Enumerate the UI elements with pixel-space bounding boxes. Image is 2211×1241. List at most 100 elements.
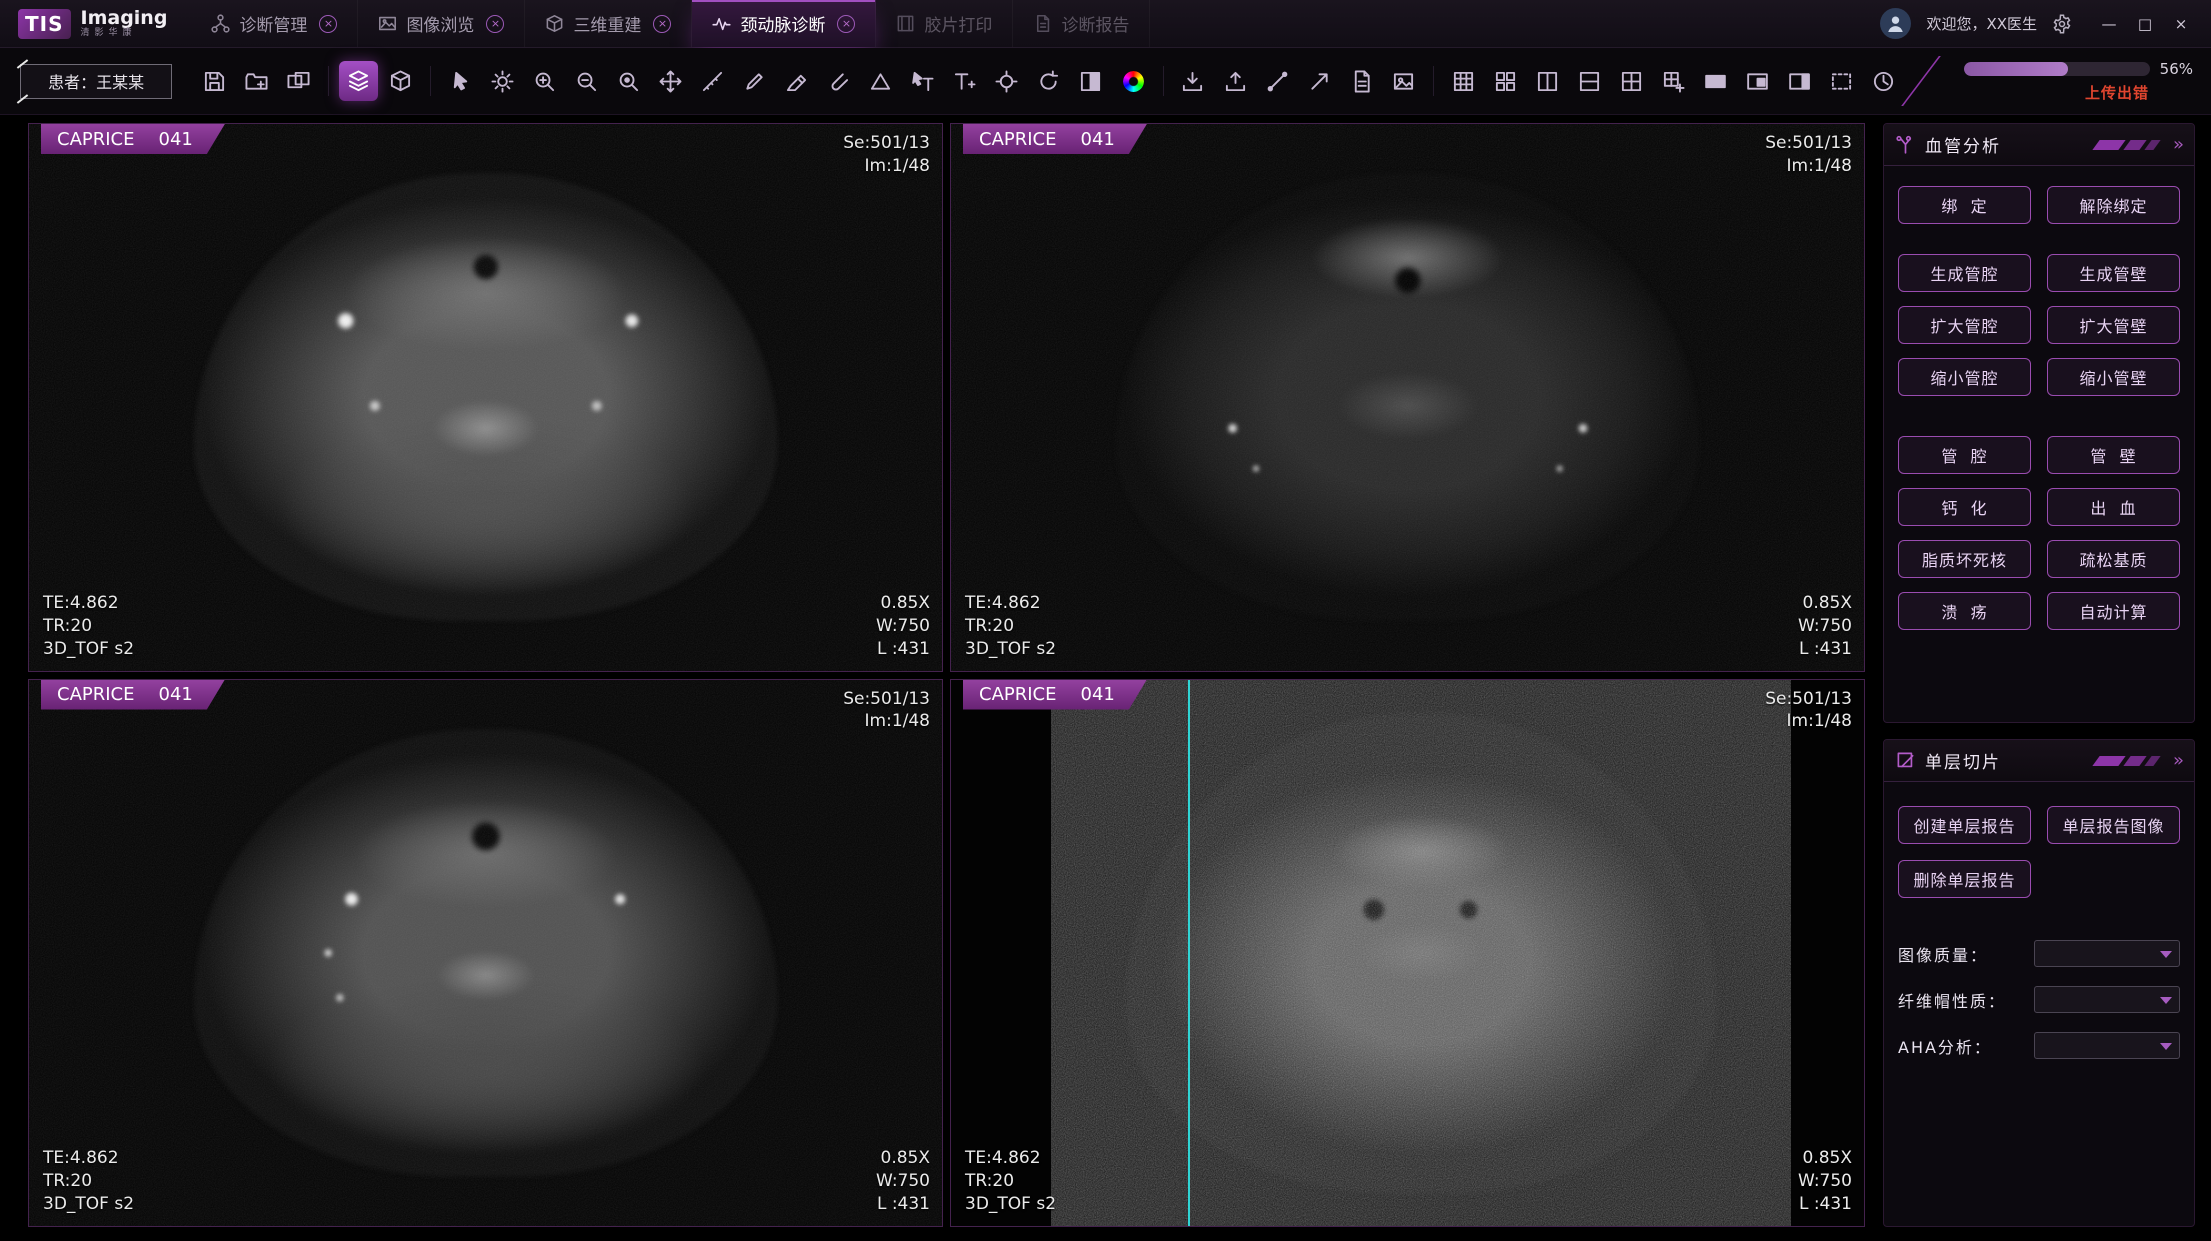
viewport-overlay-bottomleft: TE:4.862TR:203D_TOF s2 — [43, 592, 134, 661]
ruler-line-icon[interactable] — [693, 61, 732, 101]
marker-icon[interactable] — [777, 61, 816, 101]
unbind-button[interactable]: 解除绑定 — [2047, 186, 2180, 224]
app-logo: TIS Imaging 清影华康 — [0, 0, 191, 47]
aha-analysis-select[interactable] — [2034, 1032, 2180, 1059]
close-button[interactable]: × — [2163, 8, 2199, 40]
layout-side-icon[interactable] — [1780, 61, 1819, 101]
annotate-line-icon[interactable] — [1258, 61, 1297, 101]
image-quality-select[interactable] — [2034, 940, 2180, 967]
loose-matrix-button[interactable]: 疏松基质 — [2047, 540, 2180, 578]
folder-open-icon[interactable] — [237, 61, 276, 101]
create-slice-report-button[interactable]: 创建单层报告 — [1898, 806, 2031, 844]
bind-button[interactable]: 绑 定 — [1898, 186, 2031, 224]
generate-lumen-button[interactable]: 生成管腔 — [1898, 254, 2031, 292]
patient-field[interactable]: 患者：王某某 — [20, 64, 172, 99]
layout-pip-icon[interactable] — [1738, 61, 1777, 101]
pencil-icon[interactable] — [735, 61, 774, 101]
grid-add-icon[interactable] — [1654, 61, 1693, 101]
layers-icon[interactable] — [339, 61, 378, 101]
history-icon[interactable] — [1864, 61, 1903, 101]
tab-label: 三维重建 — [573, 11, 641, 36]
grid-2x2-icon[interactable] — [1612, 61, 1651, 101]
slice-report-image-button[interactable]: 单层报告图像 — [2047, 806, 2180, 844]
auto-calculate-button[interactable]: 自动计算 — [2047, 592, 2180, 630]
mri-image — [29, 680, 942, 1227]
attach-icon[interactable] — [819, 61, 858, 101]
viewport-1[interactable]: CAPRICE041 Se:501/13Im:1/48 TE:4.862TR:2… — [28, 123, 943, 672]
slice-panel-header: 单层切片 » — [1884, 740, 2194, 782]
split-vertical-icon[interactable] — [1528, 61, 1567, 101]
tab-image-browse[interactable]: 图像浏览 × — [358, 0, 525, 47]
chevron-down-icon — [2160, 997, 2172, 1004]
viewport-3[interactable]: CAPRICE041 Se:501/13Im:1/48 TE:4.862TR:2… — [28, 679, 943, 1228]
magnify-region-icon[interactable] — [609, 61, 648, 101]
invert-icon[interactable] — [1071, 61, 1110, 101]
zoom-out-icon[interactable] — [567, 61, 606, 101]
tab-close-icon[interactable]: × — [319, 15, 337, 33]
pan-icon[interactable] — [651, 61, 690, 101]
tab-carotid-diagnosis[interactable]: 颈动脉诊断 × — [692, 0, 876, 47]
generate-wall-button[interactable]: 生成管壁 — [2047, 254, 2180, 292]
viewport-overlay-topright: Se:501/13Im:1/48 — [1765, 688, 1852, 734]
lipid-necrotic-core-button[interactable]: 脂质坏死核 — [1898, 540, 2031, 578]
ulcer-button[interactable]: 溃 疡 — [1898, 592, 2031, 630]
tab-close-icon[interactable]: × — [486, 15, 504, 33]
brightness-icon[interactable] — [483, 61, 522, 101]
tab-film-print[interactable]: 胶片打印 — [876, 0, 1013, 47]
report-doc-icon[interactable] — [1342, 61, 1381, 101]
enlarge-wall-button[interactable]: 扩大管壁 — [2047, 306, 2180, 344]
layout-single-icon[interactable] — [1696, 61, 1735, 101]
zoom-in-icon[interactable] — [525, 61, 564, 101]
rotate-ccw-icon[interactable] — [1029, 61, 1068, 101]
user-avatar[interactable] — [1880, 8, 1911, 39]
crosshair-circle-icon[interactable] — [987, 61, 1026, 101]
image-export-icon[interactable] — [1384, 61, 1423, 101]
cross-reference-line — [1188, 680, 1190, 1227]
shrink-lumen-button[interactable]: 缩小管腔 — [1898, 358, 2031, 396]
annotate-arrow-icon[interactable] — [1300, 61, 1339, 101]
pointer-icon[interactable] — [441, 61, 480, 101]
tab-label: 颈动脉诊断 — [740, 11, 825, 36]
fibrous-cap-select[interactable] — [2034, 986, 2180, 1013]
tab-close-icon[interactable]: × — [837, 15, 855, 33]
shrink-wall-button[interactable]: 缩小管壁 — [2047, 358, 2180, 396]
import-icon[interactable] — [1173, 61, 1212, 101]
split-horizontal-icon[interactable] — [1570, 61, 1609, 101]
tab-label: 图像浏览 — [406, 11, 474, 36]
vessel-panel-collapse-icon[interactable]: » — [2173, 136, 2184, 154]
calcification-button[interactable]: 钙 化 — [1898, 488, 2031, 526]
aha-analysis-label: AHA分析： — [1898, 1034, 1992, 1058]
angle-triangle-icon[interactable] — [861, 61, 900, 101]
color-wheel-icon[interactable] — [1114, 61, 1153, 101]
layout-dashed-icon[interactable] — [1822, 61, 1861, 101]
viewport-overlay-topright: Se:501/13Im:1/48 — [843, 688, 930, 734]
maximize-button[interactable]: □ — [2127, 8, 2163, 40]
mri-image — [951, 124, 1864, 671]
cube-3d-icon[interactable] — [381, 61, 420, 101]
grid-3x3-icon[interactable] — [1444, 61, 1483, 101]
tab-close-icon[interactable]: × — [653, 15, 671, 33]
enlarge-lumen-button[interactable]: 扩大管腔 — [1898, 306, 2031, 344]
tab-3d-rebuild[interactable]: 三维重建 × — [525, 0, 692, 47]
delete-slice-report-button[interactable]: 删除单层报告 — [1898, 860, 2031, 898]
lumen-button[interactable]: 管 腔 — [1898, 436, 2031, 474]
settings-gear-icon[interactable] — [2052, 14, 2072, 34]
single-slice-panel: 单层切片 » 创建单层报告 单层报告图像 删除单层报告 图像质量： 纤维帽性质：… — [1883, 739, 2195, 1227]
brand-name-cn: 清影华康 — [81, 29, 168, 38]
tab-diagnosis-report[interactable]: 诊断报告 — [1013, 0, 1150, 47]
viewport-2[interactable]: CAPRICE041 Se:501/13Im:1/48 TE:4.862TR:2… — [950, 123, 1865, 672]
gallery-icon[interactable] — [279, 61, 318, 101]
grid-2x2-gap-icon[interactable] — [1486, 61, 1525, 101]
toolbar-diagonal-accent — [1901, 56, 1941, 106]
slice-panel-collapse-icon[interactable]: » — [2173, 752, 2184, 770]
tab-diagnosis-manage[interactable]: 诊断管理 × — [191, 0, 358, 47]
text-add-icon[interactable] — [945, 61, 984, 101]
titlebar: TIS Imaging 清影华康 诊断管理 × 图像浏览 × 三维重建 × 颈动… — [0, 0, 2211, 48]
hemorrhage-button[interactable]: 出 血 — [2047, 488, 2180, 526]
wall-button[interactable]: 管 壁 — [2047, 436, 2180, 474]
save-icon[interactable] — [195, 61, 234, 101]
viewport-4[interactable]: CAPRICE041 Se:501/13Im:1/48 TE:4.862TR:2… — [950, 679, 1865, 1228]
export-icon[interactable] — [1216, 61, 1255, 101]
minimize-button[interactable]: — — [2091, 8, 2127, 40]
text-pointer-icon[interactable] — [903, 61, 942, 101]
